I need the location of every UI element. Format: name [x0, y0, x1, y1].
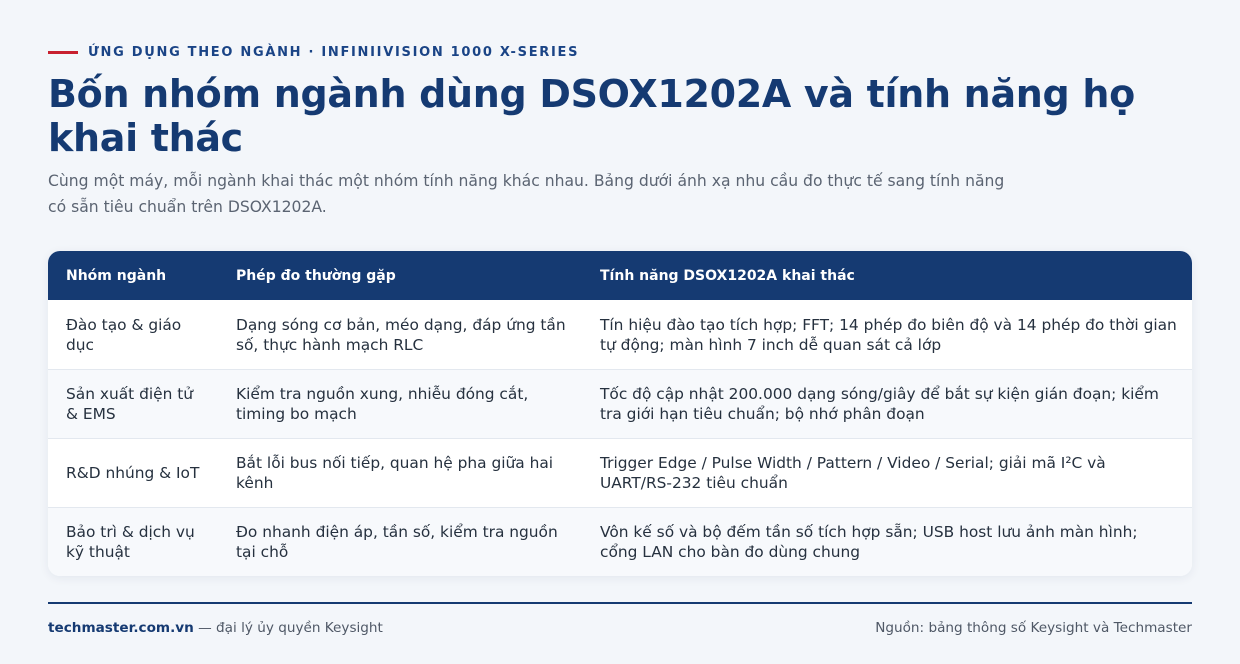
cell-features: Tín hiệu đào tạo tích hợp; FFT; 14 phép …: [600, 315, 1177, 354]
table-header: Nhóm ngành Phép đo thường gặp Tính năng …: [48, 251, 1192, 300]
eyebrow: ỨNG DỤNG THEO NGÀNH · INFINIIVISION 1000…: [48, 40, 1192, 64]
table-row: Bảo trì & dịch vụ kỹ thuật Đo nhanh điện…: [48, 507, 1192, 576]
page-title: Bốn nhóm ngành dùng DSOX1202A và tính nă…: [48, 72, 1135, 160]
cell-measurements: Bắt lỗi bus nối tiếp, quan hệ pha giữa h…: [236, 454, 554, 492]
table-row: Sản xuất điện tử & EMS Kiểm tra nguồn xu…: [48, 369, 1192, 438]
table-body: Đào tạo & giáo dục Dạng sóng cơ bản, méo…: [48, 300, 1192, 576]
column-header-industry: Nhóm ngành: [66, 267, 167, 284]
cell-industry: Sản xuất điện tử & EMS: [66, 385, 194, 423]
table-row: Đào tạo & giáo dục Dạng sóng cơ bản, méo…: [48, 300, 1192, 369]
footer-source: Nguồn: bảng thông số Keysight và Techmas…: [875, 620, 1192, 636]
cell-industry: R&D nhúng & IoT: [66, 464, 200, 482]
brand-suffix: — đại lý ủy quyền Keysight: [193, 620, 383, 636]
eyebrow-text: ỨNG DỤNG THEO NGÀNH · INFINIIVISION 1000…: [88, 44, 580, 60]
cell-measurements: Kiểm tra nguồn xung, nhiễu đóng cắt, tim…: [236, 385, 529, 423]
cell-features: Vôn kế số và bộ đếm tần số tích hợp sẵn;…: [600, 523, 1138, 561]
cell-measurements: Dạng sóng cơ bản, méo dạng, đáp ứng tần …: [236, 315, 566, 354]
industry-table: Nhóm ngành Phép đo thường gặp Tính năng …: [48, 251, 1192, 576]
cell-measurements: Đo nhanh điện áp, tần số, kiểm tra nguồn…: [236, 523, 558, 561]
brand-link[interactable]: techmaster.com.vn: [48, 620, 194, 636]
column-header-measurements: Phép đo thường gặp: [236, 267, 396, 284]
header-section: ỨNG DỤNG THEO NGÀNH · INFINIIVISION 1000…: [48, 40, 1192, 220]
cell-industry: Bảo trì & dịch vụ kỹ thuật: [66, 523, 195, 561]
cell-features: Trigger Edge / Pulse Width / Pattern / V…: [600, 454, 1106, 492]
cell-industry: Đào tạo & giáo dục: [66, 315, 182, 354]
page-footer: techmaster.com.vn — đại lý ủy quyền Keys…: [48, 602, 1192, 636]
eyebrow-accent-line: [48, 50, 78, 54]
page-subtitle: Cùng một máy, mỗi ngành khai thác một nh…: [48, 172, 1005, 216]
cell-features: Tốc độ cập nhật 200.000 dạng sóng/giây đ…: [600, 385, 1159, 423]
column-header-features: Tính năng DSOX1202A khai thác: [600, 267, 855, 284]
footer-brand-line: techmaster.com.vn — đại lý ủy quyền Keys…: [48, 620, 383, 636]
table-row: R&D nhúng & IoT Bắt lỗi bus nối tiếp, qu…: [48, 438, 1192, 507]
